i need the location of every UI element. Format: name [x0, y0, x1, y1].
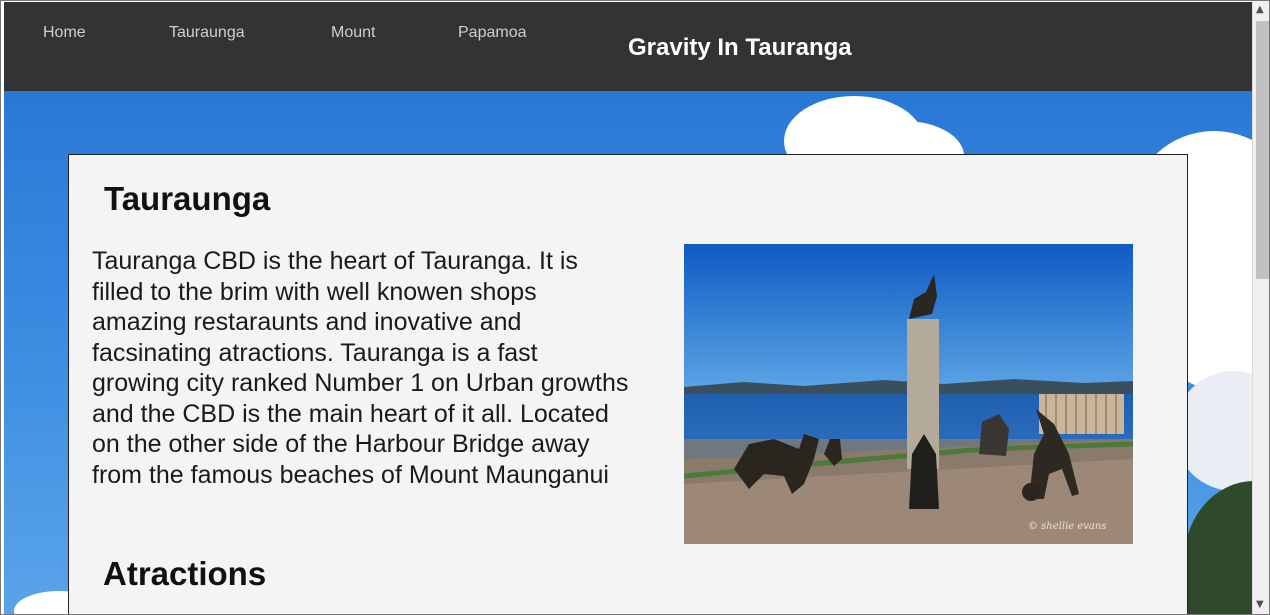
nav-link-home[interactable]: Home [43, 24, 86, 42]
site-title: Gravity In Tauranga [628, 34, 852, 61]
hillside [1184, 481, 1252, 614]
page-heading: Tauraunga [104, 180, 271, 217]
content-card: Tauraunga Tauranga CBD is the heart of T… [68, 154, 1188, 614]
top-navbar: Home Tauraunga Mount Papamoa Gravity In … [4, 2, 1252, 91]
intro-paragraph: Tauranga CBD is the heart of Tauranga. I… [92, 247, 629, 489]
attractions-heading: Atractions [103, 555, 267, 592]
nav-link-tauraunga[interactable]: Tauraunga [169, 24, 245, 42]
scrollbar-thumb[interactable] [1256, 21, 1269, 279]
nav-link-papamoa[interactable]: Papamoa [458, 24, 527, 42]
sculpture-photo: © shellie evans [684, 244, 1133, 544]
browser-viewport: Home Tauraunga Mount Papamoa Gravity In … [0, 0, 1270, 615]
triangle-up-icon[interactable]: ▲ [1256, 4, 1264, 15]
vertical-scrollbar[interactable]: ▲ ▼ [1252, 1, 1269, 614]
triangle-down-icon[interactable]: ▼ [1256, 599, 1264, 610]
photo-watermark: © shellie evans [1028, 521, 1106, 532]
nav-link-mount[interactable]: Mount [331, 24, 375, 42]
